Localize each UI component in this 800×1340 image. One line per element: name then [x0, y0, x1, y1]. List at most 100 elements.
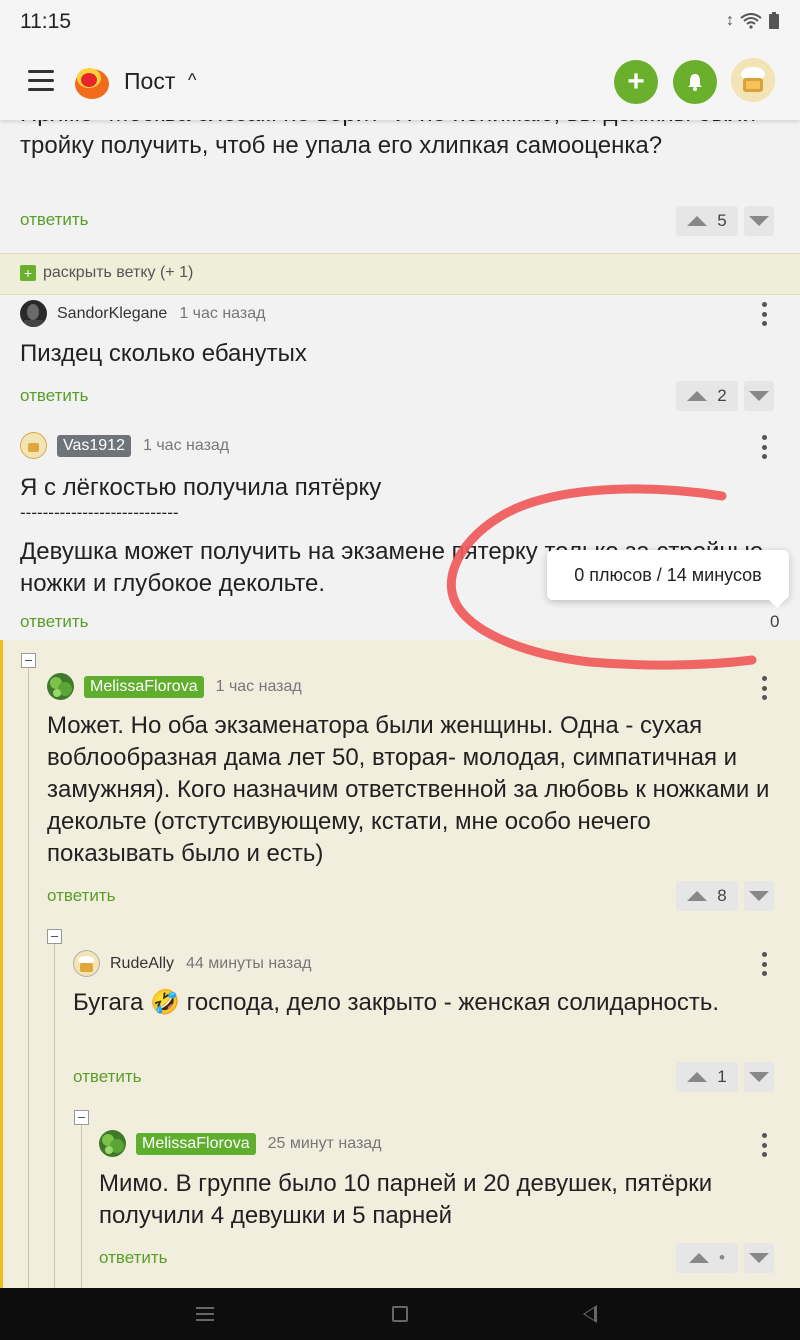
back-icon[interactable] — [583, 1305, 597, 1323]
downvote-button[interactable] — [744, 1243, 774, 1273]
notifications-button[interactable] — [673, 60, 717, 104]
vote-controls: 8 — [676, 881, 774, 911]
reply-link[interactable]: ответить — [20, 386, 89, 406]
score: • — [719, 1248, 725, 1267]
page-title[interactable]: Пост — [124, 68, 175, 95]
arrow-up-icon — [687, 891, 708, 901]
arrow-down-icon — [749, 391, 769, 401]
arrow-up-icon — [687, 1072, 708, 1082]
upvote-button[interactable]: 5 — [676, 206, 738, 236]
more-options-icon[interactable] — [761, 952, 767, 976]
app-header: Пост ^ + — [0, 46, 800, 120]
comment-header: Vas1912 1 час назад — [20, 432, 229, 459]
username[interactable]: MelissaFlorova — [136, 1132, 256, 1155]
timestamp[interactable]: 1 час назад — [143, 437, 229, 455]
upvote-button[interactable]: 2 — [676, 381, 738, 411]
reply-link[interactable]: ответить — [20, 210, 89, 230]
score: 8 — [717, 886, 727, 905]
avatar[interactable] — [731, 58, 775, 102]
thread-line — [81, 1124, 82, 1288]
wifi-icon — [740, 13, 762, 29]
system-nav-bar — [0, 1288, 800, 1340]
avatar[interactable] — [99, 1130, 126, 1157]
downvote-button[interactable] — [744, 881, 774, 911]
bell-icon — [688, 74, 702, 91]
home-icon[interactable] — [392, 1306, 408, 1322]
plus-icon: + — [20, 265, 36, 281]
status-time: 11:15 — [20, 10, 71, 33]
rating-tooltip: 0 плюсов / 14 минусов — [547, 550, 789, 608]
downvote-button[interactable] — [744, 1062, 774, 1092]
reply-link[interactable]: ответить — [99, 1248, 168, 1268]
comments-area: Прямо "Москва слезам не верит" Я не пони… — [0, 120, 800, 1288]
comment-text: Может. Но оба экзаменатора были женщины.… — [47, 712, 770, 867]
collapse-button[interactable] — [74, 1110, 89, 1125]
reply-link[interactable]: ответить — [73, 1067, 142, 1087]
comment-text: Пиздец сколько ебанутых — [20, 340, 307, 367]
upvote-button[interactable]: • — [676, 1243, 738, 1273]
arrow-up-icon — [687, 391, 708, 401]
upvote-button[interactable]: 1 — [676, 1062, 738, 1092]
comment-header: RudeAlly 44 минуты назад — [73, 950, 311, 977]
more-options-icon[interactable] — [761, 1133, 767, 1157]
avatar[interactable] — [73, 950, 100, 977]
reply-link[interactable]: ответить — [47, 886, 116, 906]
timestamp[interactable]: 44 минуты назад — [186, 955, 311, 973]
comment-text: Мимо. В группе было 10 парней и 20 девуш… — [99, 1170, 713, 1229]
arrow-up-icon — [687, 216, 708, 226]
username[interactable]: RudeAlly — [110, 955, 174, 973]
downvote-button[interactable] — [744, 381, 774, 411]
more-options-icon[interactable] — [761, 302, 767, 326]
vote-controls: 2 — [676, 381, 774, 411]
recent-apps-icon[interactable] — [196, 1307, 214, 1321]
logo-icon[interactable] — [73, 63, 111, 101]
score: 1 — [717, 1067, 727, 1086]
avatar[interactable] — [47, 673, 74, 700]
downvote-button[interactable] — [744, 206, 774, 236]
chevron-up-icon[interactable]: ^ — [188, 70, 196, 91]
score[interactable]: 0 — [770, 612, 779, 632]
status-icons: ↕ — [726, 12, 780, 30]
collapse-button[interactable] — [21, 653, 36, 668]
comment-separator: ---------------------------- — [20, 503, 179, 522]
more-options-icon[interactable] — [761, 435, 767, 459]
comment-header: MelissaFlorova 1 час назад — [47, 673, 302, 700]
score: 2 — [717, 386, 727, 405]
avatar[interactable] — [20, 432, 47, 459]
arrow-down-icon — [749, 891, 769, 901]
battery-icon — [769, 12, 779, 29]
comment-header: MelissaFlorova 25 минут назад — [99, 1130, 382, 1157]
arrow-down-icon — [749, 1253, 769, 1263]
avatar[interactable] — [20, 300, 47, 327]
comment-text: Я с лёгкостью получила пятёрку — [20, 474, 382, 501]
reply-link[interactable]: ответить — [20, 612, 89, 632]
arrow-down-icon — [749, 216, 769, 226]
username[interactable]: SandorKlegane — [57, 305, 167, 323]
menu-icon[interactable] — [28, 70, 54, 92]
page: 11:15 ↕ Пост ^ + Прямо "Москва слезам не… — [0, 0, 800, 1340]
comment-text: Бугага 🤣 господа, дело закрыто - женская… — [73, 989, 720, 1016]
vote-controls: 1 — [676, 1062, 774, 1092]
status-bar: 11:15 ↕ — [0, 0, 800, 46]
vote-controls: • — [676, 1243, 774, 1273]
username[interactable]: Vas1912 — [57, 434, 131, 457]
upvote-button[interactable]: 8 — [676, 881, 738, 911]
timestamp[interactable]: 1 час назад — [179, 305, 265, 323]
comment-header: SandorKlegane 1 час назад — [20, 300, 265, 327]
timestamp[interactable]: 25 минут назад — [268, 1135, 382, 1153]
collapse-button[interactable] — [47, 929, 62, 944]
expand-branch-label: раскрыть ветку (+ 1) — [43, 264, 194, 281]
more-options-icon[interactable] — [761, 676, 767, 700]
thread-line — [54, 944, 55, 1288]
score: 5 — [717, 211, 727, 230]
top-comment-text: Прямо "Москва слезам не верит" Я не пони… — [20, 120, 756, 159]
add-button[interactable]: + — [614, 60, 658, 104]
vote-controls: 5 — [676, 206, 774, 236]
thread-highlight — [0, 640, 3, 1288]
arrow-up-icon — [689, 1253, 710, 1263]
username[interactable]: MelissaFlorova — [84, 675, 204, 698]
thread-line — [28, 668, 29, 1288]
timestamp[interactable]: 1 час назад — [216, 678, 302, 696]
user-avatar-icon — [731, 58, 775, 102]
expand-branch-button[interactable]: + раскрыть ветку (+ 1) — [0, 253, 800, 295]
